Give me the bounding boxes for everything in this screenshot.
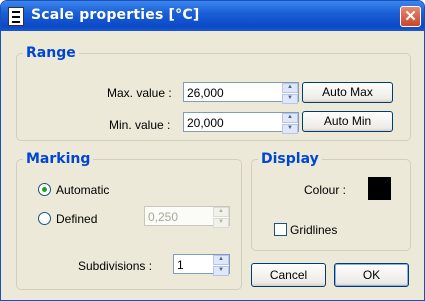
scale-icon bbox=[8, 7, 24, 26]
min-value-label: Min. value : bbox=[109, 118, 171, 132]
close-button[interactable]: ✕ bbox=[400, 6, 421, 27]
subdivisions-spin-arrows[interactable]: ▲ ▼ bbox=[213, 255, 229, 276]
spin-up-icon[interactable]: ▲ bbox=[282, 113, 298, 123]
range-legend: Range bbox=[26, 45, 76, 61]
subdivisions-field[interactable]: 1 bbox=[177, 258, 184, 272]
subdivisions-spinner[interactable]: 1 ▲ ▼ bbox=[173, 254, 230, 276]
defined-field[interactable]: 0,250 bbox=[148, 210, 178, 224]
spin-down-icon[interactable]: ▼ bbox=[282, 124, 298, 134]
defined-label[interactable]: Defined bbox=[56, 212, 97, 226]
defined-spin-arrows[interactable]: ▲ ▼ bbox=[213, 207, 229, 228]
spin-up-icon[interactable]: ▲ bbox=[213, 207, 229, 217]
spin-down-icon[interactable]: ▼ bbox=[213, 266, 229, 276]
automatic-label[interactable]: Automatic bbox=[56, 183, 109, 197]
ok-button[interactable]: OK bbox=[334, 263, 409, 287]
spin-up-icon[interactable]: ▲ bbox=[282, 83, 298, 93]
gridlines-checkbox[interactable] bbox=[274, 223, 287, 236]
title-bar[interactable]: Scale properties [°C] ✕ bbox=[1, 1, 424, 31]
close-icon: ✕ bbox=[404, 8, 417, 25]
window-title: Scale properties [°C] bbox=[31, 7, 200, 23]
automatic-radio[interactable] bbox=[38, 183, 51, 196]
auto-max-button[interactable]: Auto Max bbox=[302, 82, 393, 103]
spin-up-icon[interactable]: ▲ bbox=[213, 255, 229, 265]
max-value-spin-arrows[interactable]: ▲ ▼ bbox=[282, 83, 298, 104]
defined-radio[interactable] bbox=[38, 212, 51, 225]
auto-min-button[interactable]: Auto Min bbox=[302, 111, 393, 132]
spin-down-icon[interactable]: ▼ bbox=[213, 218, 229, 228]
min-value-spinner[interactable]: 20,000 ▲ ▼ bbox=[183, 112, 299, 134]
marking-legend: Marking bbox=[26, 151, 91, 167]
max-value-spinner[interactable]: 26,000 ▲ ▼ bbox=[183, 82, 299, 104]
max-value-field[interactable]: 26,000 bbox=[187, 86, 224, 100]
display-legend: Display bbox=[261, 151, 319, 167]
gridlines-label[interactable]: Gridlines bbox=[290, 223, 337, 237]
spin-down-icon[interactable]: ▼ bbox=[282, 94, 298, 104]
radio-selected-dot bbox=[42, 187, 47, 192]
max-value-label: Max. value : bbox=[107, 86, 172, 100]
defined-spinner[interactable]: 0,250 ▲ ▼ bbox=[144, 206, 230, 228]
min-value-spin-arrows[interactable]: ▲ ▼ bbox=[282, 113, 298, 134]
colour-label: Colour : bbox=[304, 183, 347, 197]
subdivisions-label: Subdivisions : bbox=[78, 259, 153, 273]
dialog-window: Scale properties [°C] ✕ Range Max. value… bbox=[0, 0, 425, 301]
cancel-button[interactable]: Cancel bbox=[251, 263, 326, 287]
colour-swatch[interactable] bbox=[368, 177, 391, 200]
min-value-field[interactable]: 20,000 bbox=[187, 116, 224, 130]
